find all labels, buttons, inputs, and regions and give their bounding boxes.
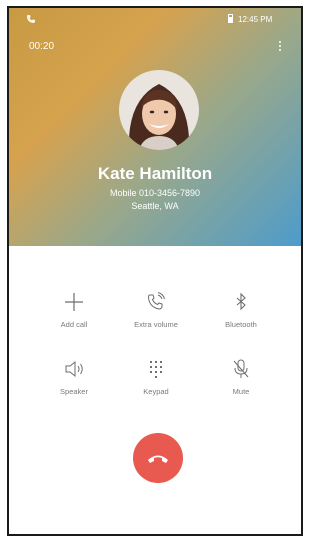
hang-up-icon (148, 455, 168, 463)
phone-screen: 12:45 PM 00:20 Kate Hamilton Mobile 010-… (7, 6, 303, 536)
keypad-icon (150, 361, 162, 378)
mute-label: Mute (232, 387, 250, 396)
speaker-icon (65, 360, 83, 378)
mute-button[interactable]: Mute (201, 358, 281, 406)
contact-number: Mobile 010-3456-7890 (109, 188, 201, 198)
extra-volume-button[interactable]: Extra volume (116, 291, 196, 339)
status-bar: 12:45 PM (9, 8, 301, 30)
end-call-button[interactable] (133, 433, 183, 483)
contact-location: Seattle, WA (131, 201, 179, 211)
battery-icon (228, 14, 233, 23)
phone-volume-icon (147, 292, 165, 310)
plus-icon (65, 293, 83, 311)
call-timer: 00:20 (29, 41, 55, 52)
phone-icon (27, 15, 35, 23)
bluetooth-button[interactable]: Bluetooth (201, 291, 281, 339)
keypad-label: Keypad (143, 387, 169, 396)
bluetooth-icon (236, 292, 246, 311)
bluetooth-label: Bluetooth (225, 320, 257, 329)
add-call-label: Add call (60, 320, 88, 329)
status-time: 12:45 PM (238, 15, 273, 24)
contact-avatar (119, 70, 199, 150)
extra-volume-label: Extra volume (134, 320, 178, 329)
mute-microphone-icon (233, 359, 249, 378)
speaker-label: Speaker (60, 387, 88, 396)
more-options-icon[interactable] (275, 38, 285, 54)
call-header: 12:45 PM 00:20 Kate Hamilton Mobile 010-… (9, 8, 301, 246)
speaker-button[interactable]: Speaker (34, 358, 114, 406)
contact-name: Kate Hamilton (97, 164, 213, 183)
add-call-button[interactable]: Add call (34, 291, 114, 339)
keypad-button[interactable]: Keypad (116, 358, 196, 406)
